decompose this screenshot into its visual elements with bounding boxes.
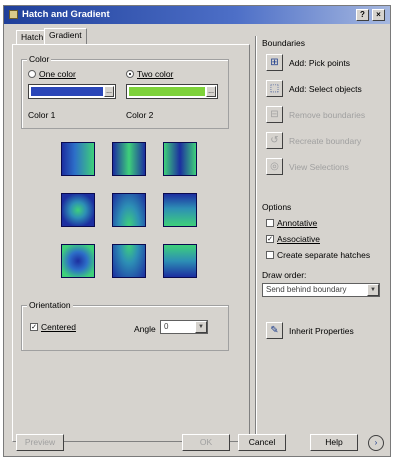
color2-pick-button[interactable]: ...: [206, 86, 216, 97]
view-selections-button[interactable]: ◎ View Selections: [266, 158, 349, 175]
angle-value: 0: [164, 322, 169, 331]
select-objects-icon: ⬚: [266, 80, 283, 97]
two-color-label: Two color: [137, 69, 174, 79]
inverted-hemispherical-gradient-icon[interactable]: [112, 244, 146, 278]
centered-label: Centered: [41, 322, 76, 332]
associative-checkbox[interactable]: ✓ Associative: [266, 234, 320, 244]
inherit-properties-button[interactable]: ✎ Inherit Properties: [266, 322, 354, 339]
app-icon: [9, 10, 18, 19]
chevron-down-icon: ▼: [367, 284, 379, 296]
orientation-group-label: Orientation: [27, 300, 73, 310]
preview-button[interactable]: Preview: [16, 434, 64, 451]
select-objects-button[interactable]: ⬚ Add: Select objects: [266, 80, 362, 97]
boundaries-label: Boundaries: [262, 38, 306, 48]
annotative-label: Annotative: [277, 218, 318, 228]
angle-label: Angle: [134, 324, 156, 334]
color1-fill: [31, 87, 103, 96]
linear-gradient-icon[interactable]: [61, 142, 95, 176]
color2-swatch[interactable]: ...: [126, 84, 218, 99]
chevron-down-icon: ▼: [195, 321, 207, 333]
gradient-tab-panel: Color One color Two color ... ... Color …: [12, 44, 250, 442]
curved-gradient-icon[interactable]: [163, 193, 197, 227]
color1-swatch[interactable]: ...: [28, 84, 116, 99]
draw-order-value: Send behind boundary: [266, 285, 347, 294]
one-color-label: One color: [39, 69, 76, 79]
annotative-check-indicator: [266, 219, 274, 227]
draw-order-label: Draw order:: [262, 270, 307, 280]
cancel-button[interactable]: Cancel: [238, 434, 286, 451]
pick-points-icon: ⊞: [266, 54, 283, 71]
remove-boundaries-icon: ⊟: [266, 106, 283, 123]
pick-points-label: Add: Pick points: [289, 57, 350, 68]
help-button[interactable]: Help: [310, 434, 358, 451]
centered-checkbox[interactable]: ✓ Centered: [30, 322, 76, 332]
color2-fill: [129, 87, 205, 96]
recreate-boundary-button[interactable]: ↺ Recreate boundary: [266, 132, 361, 149]
remove-boundaries-label: Remove boundaries: [289, 109, 366, 120]
remove-boundaries-button[interactable]: ⊟ Remove boundaries: [266, 106, 365, 123]
color2-label: Color 2: [126, 110, 154, 120]
select-objects-label: Add: Select objects: [289, 83, 362, 94]
two-color-radio[interactable]: Two color: [126, 69, 173, 79]
hemispherical-gradient-icon[interactable]: [112, 193, 146, 227]
color1-pick-button[interactable]: ...: [104, 86, 114, 97]
close-button[interactable]: ×: [372, 9, 385, 21]
orientation-group: Orientation ✓ Centered Angle 0 ▼: [21, 300, 229, 351]
one-color-radio-indicator: [28, 70, 36, 78]
recreate-boundary-icon: ↺: [266, 132, 283, 149]
two-color-radio-indicator: [126, 70, 134, 78]
separate-check-indicator: [266, 251, 274, 259]
title-bar[interactable]: Hatch and Gradient ? ×: [4, 6, 390, 24]
separate-hatches-checkbox[interactable]: Create separate hatches: [266, 250, 370, 260]
tab-gradient[interactable]: Gradient: [44, 28, 87, 44]
inherit-properties-label: Inherit Properties: [289, 325, 354, 336]
color-group-label: Color: [27, 54, 52, 64]
angle-dropdown[interactable]: 0 ▼: [160, 320, 208, 334]
inverted-spherical-gradient-icon[interactable]: [61, 244, 95, 278]
ok-button[interactable]: OK: [182, 434, 230, 451]
draw-order-dropdown[interactable]: Send behind boundary ▼: [262, 283, 380, 297]
options-label: Options: [262, 202, 292, 212]
inverted-curved-gradient-icon[interactable]: [163, 244, 197, 278]
inverted-cylinder-gradient-icon[interactable]: [163, 142, 197, 176]
separate-hatches-label: Create separate hatches: [277, 250, 371, 260]
more-options-button[interactable]: ›: [368, 435, 384, 451]
help-title-button[interactable]: ?: [356, 9, 369, 21]
panel-divider: [255, 36, 257, 441]
spherical-gradient-icon[interactable]: [61, 193, 95, 227]
associative-label: Associative: [277, 234, 320, 244]
window-title: Hatch and Gradient: [22, 9, 110, 20]
view-selections-label: View Selections: [289, 161, 349, 172]
hatch-gradient-dialog: Hatch and Gradient ? × Hatch Gradient Co…: [3, 5, 391, 457]
annotative-checkbox[interactable]: Annotative: [266, 218, 317, 228]
recreate-boundary-label: Recreate boundary: [289, 135, 362, 146]
color-group: Color One color Two color ... ... Color …: [21, 54, 229, 129]
inherit-properties-icon: ✎: [266, 322, 283, 339]
one-color-radio[interactable]: One color: [28, 69, 76, 79]
cylinder-gradient-icon[interactable]: [112, 142, 146, 176]
pick-points-button[interactable]: ⊞ Add: Pick points: [266, 54, 350, 71]
view-selections-icon: ◎: [266, 158, 283, 175]
color1-label: Color 1: [28, 110, 56, 120]
associative-check-indicator: ✓: [266, 235, 274, 243]
centered-check-indicator: ✓: [30, 323, 38, 331]
